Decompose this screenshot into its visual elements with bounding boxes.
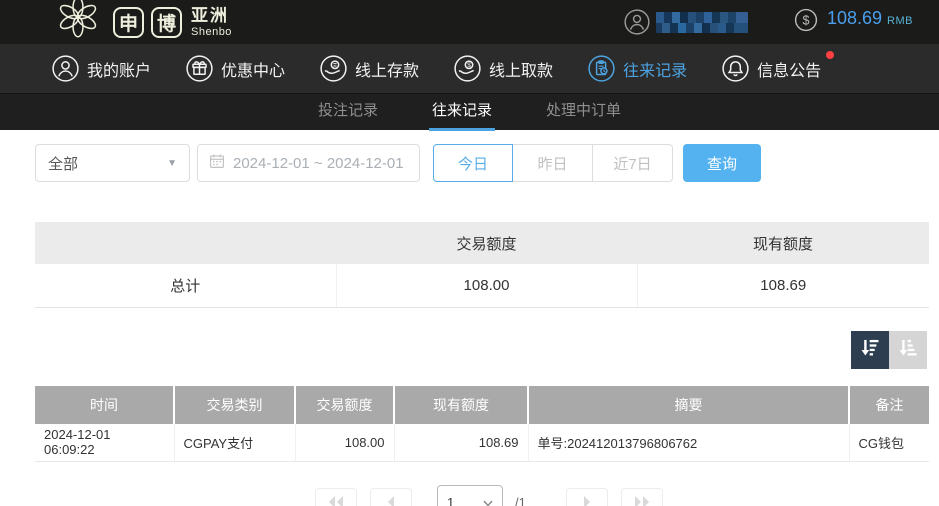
- nav-item-announcements[interactable]: 信息公告: [722, 55, 821, 82]
- date-range-input[interactable]: 2024-12-01 ~ 2024-12-01: [197, 144, 420, 182]
- page: 申 博 亚洲 Shenbo $: [0, 0, 939, 506]
- user-icon: [52, 55, 79, 82]
- double-left-arrow-icon: [328, 495, 344, 506]
- next-page-button[interactable]: [566, 488, 608, 506]
- query-button[interactable]: 查询: [683, 144, 761, 182]
- tab-transaction-records[interactable]: 往来记录: [429, 94, 495, 131]
- logo-region: 亚洲: [191, 7, 232, 24]
- bell-icon: [722, 55, 749, 82]
- chevron-down-icon: ▼: [167, 158, 177, 169]
- nav-item-promotions[interactable]: 优惠中心: [186, 55, 285, 82]
- tab-processing-orders[interactable]: 处理中订单: [543, 94, 624, 131]
- deposit-icon: [320, 55, 347, 82]
- record-type: CGPAY支付: [174, 424, 295, 462]
- summary-header-row: 交易额度 现有额度: [35, 222, 929, 264]
- record-time: 2024-12-01 06:09:22: [35, 424, 174, 462]
- svg-text:$: $: [467, 62, 471, 69]
- top-bar: 申 博 亚洲 Shenbo $: [0, 0, 939, 44]
- page-total-label: /1: [515, 488, 526, 506]
- table-row: 2024-12-01 06:09:22 CGPAY支付 108.00 108.6…: [35, 424, 929, 462]
- records-header-remark: 备注: [849, 386, 929, 424]
- nav-label: 线上取款: [489, 57, 553, 81]
- records-header-summary: 摘要: [528, 386, 849, 424]
- main-nav: 我的账户 优惠中心 线上存款: [0, 44, 939, 93]
- coin-icon: $: [794, 8, 818, 37]
- last-page-button[interactable]: [621, 488, 663, 506]
- filter-row: 全部 ▼ 2024-12-01 ~ 2024-12-01 今日 昨日 近7日 查…: [35, 144, 939, 182]
- balance-display: $ 108.69 RMB: [794, 8, 913, 37]
- sort-descending-icon: [860, 337, 881, 363]
- sort-ascending-icon: [898, 337, 919, 363]
- balance-currency: RMB: [887, 15, 913, 27]
- account-area: $ 108.69 RMB: [624, 8, 913, 37]
- last7days-button[interactable]: 近7日: [593, 144, 673, 182]
- nav-label: 线上存款: [355, 57, 419, 81]
- quick-date-group: 今日 昨日 近7日: [433, 144, 673, 182]
- summary-total-balance: 108.69: [637, 264, 929, 307]
- nav-item-withdraw[interactable]: $ 线上取款: [454, 55, 553, 82]
- summary-total-label: 总计: [35, 264, 336, 307]
- user-avatar-icon: [624, 9, 650, 35]
- username-censored: [656, 12, 748, 33]
- svg-text:$: $: [803, 13, 810, 27]
- nav-label: 往来记录: [623, 57, 687, 81]
- balance-amount: 108.69: [827, 8, 882, 29]
- records-header-row: 时间 交易类别 交易额度 现有额度 摘要 备注: [35, 386, 929, 424]
- summary-total-transaction: 108.00: [336, 264, 637, 307]
- records-header-balance: 现有额度: [394, 386, 528, 424]
- summary-header-empty: [35, 222, 336, 264]
- notification-badge-dot: [826, 51, 834, 59]
- sort-descending-button[interactable]: [851, 331, 889, 369]
- summary-header-current-balance: 现有额度: [637, 222, 929, 264]
- today-button[interactable]: 今日: [433, 144, 513, 182]
- summary-header-transaction-amount: 交易额度: [336, 222, 637, 264]
- record-balance: 108.69: [394, 424, 528, 462]
- summary-table: 交易额度 现有额度 总计 108.00 108.69: [35, 222, 929, 308]
- records-table: 时间 交易类别 交易额度 现有额度 摘要 备注 2024-12-01 06:09…: [35, 386, 929, 463]
- site-logo[interactable]: 申 博 亚洲 Shenbo: [50, 1, 232, 44]
- sort-controls: [0, 331, 927, 369]
- nav-label: 优惠中心: [221, 57, 285, 81]
- page-select[interactable]: 1: [437, 485, 503, 506]
- record-amount: 108.00: [295, 424, 394, 462]
- sort-ascending-button[interactable]: [889, 331, 927, 369]
- prev-page-button[interactable]: [370, 488, 412, 506]
- record-summary: 单号:202412013796806762: [528, 424, 849, 462]
- logo-subtitle: Shenbo: [191, 27, 232, 38]
- nav-item-transaction-records[interactable]: 往来记录: [588, 55, 687, 82]
- gift-icon: [186, 55, 213, 82]
- date-range-value: 2024-12-01 ~ 2024-12-01: [233, 155, 404, 172]
- type-select-value: 全部: [48, 153, 78, 174]
- summary-total-row: 总计 108.00 108.69: [35, 264, 929, 307]
- calendar-icon: [209, 153, 225, 173]
- double-right-arrow-icon: [634, 495, 650, 506]
- withdraw-icon: $: [454, 55, 481, 82]
- nav-label: 我的账户: [87, 57, 151, 81]
- records-header-time: 时间: [35, 386, 174, 424]
- page-select-value: 1: [447, 495, 454, 506]
- tab-betting-records[interactable]: 投注记录: [315, 94, 381, 131]
- records-header-amount: 交易额度: [295, 386, 394, 424]
- logo-char-1: 申: [113, 7, 144, 38]
- right-arrow-icon: [579, 495, 595, 506]
- pagination: 1 /1: [315, 488, 939, 506]
- nav-item-my-account[interactable]: 我的账户: [52, 55, 151, 82]
- nav-item-deposit[interactable]: 线上存款: [320, 55, 419, 82]
- chevron-down-icon: [483, 495, 493, 506]
- record-remark: CG钱包: [849, 424, 929, 462]
- left-arrow-icon: [383, 495, 399, 506]
- sub-nav: 投注记录 往来记录 处理中订单: [0, 93, 939, 130]
- records-header-type: 交易类别: [174, 386, 295, 424]
- first-page-button[interactable]: [315, 488, 357, 506]
- records-icon: [588, 55, 615, 82]
- type-select[interactable]: 全部 ▼: [35, 144, 190, 182]
- nav-label: 信息公告: [757, 57, 821, 81]
- yesterday-button[interactable]: 昨日: [513, 144, 593, 182]
- logo-char-2: 博: [151, 7, 182, 38]
- flower-logo-icon: [50, 0, 106, 44]
